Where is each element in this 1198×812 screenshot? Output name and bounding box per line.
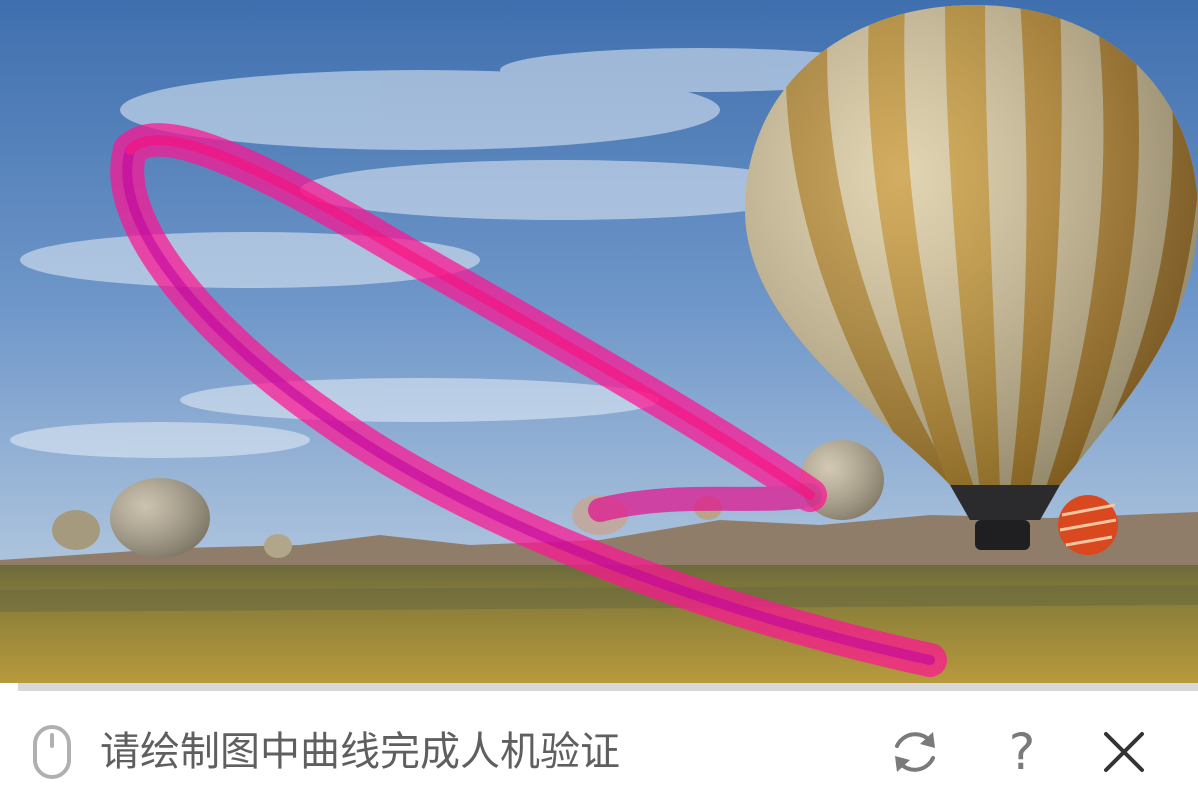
mouse-icon (32, 724, 72, 780)
field (0, 565, 1198, 683)
help-button[interactable]: ? (992, 722, 1052, 782)
refresh-icon (895, 732, 935, 772)
balloon-scene (0, 0, 1198, 683)
close-button[interactable] (1094, 722, 1154, 782)
captcha-prompt: 请绘制图中曲线完成人机验证 (100, 729, 620, 775)
close-icon (1104, 732, 1144, 772)
help-icon: ? (1008, 723, 1036, 781)
progress-bar (0, 683, 1198, 691)
refresh-button[interactable] (885, 722, 945, 782)
progress-fill (0, 683, 18, 691)
captcha-image[interactable] (0, 0, 1198, 683)
captcha-widget: 请绘制图中曲线完成人机验证 ? (0, 0, 1198, 812)
